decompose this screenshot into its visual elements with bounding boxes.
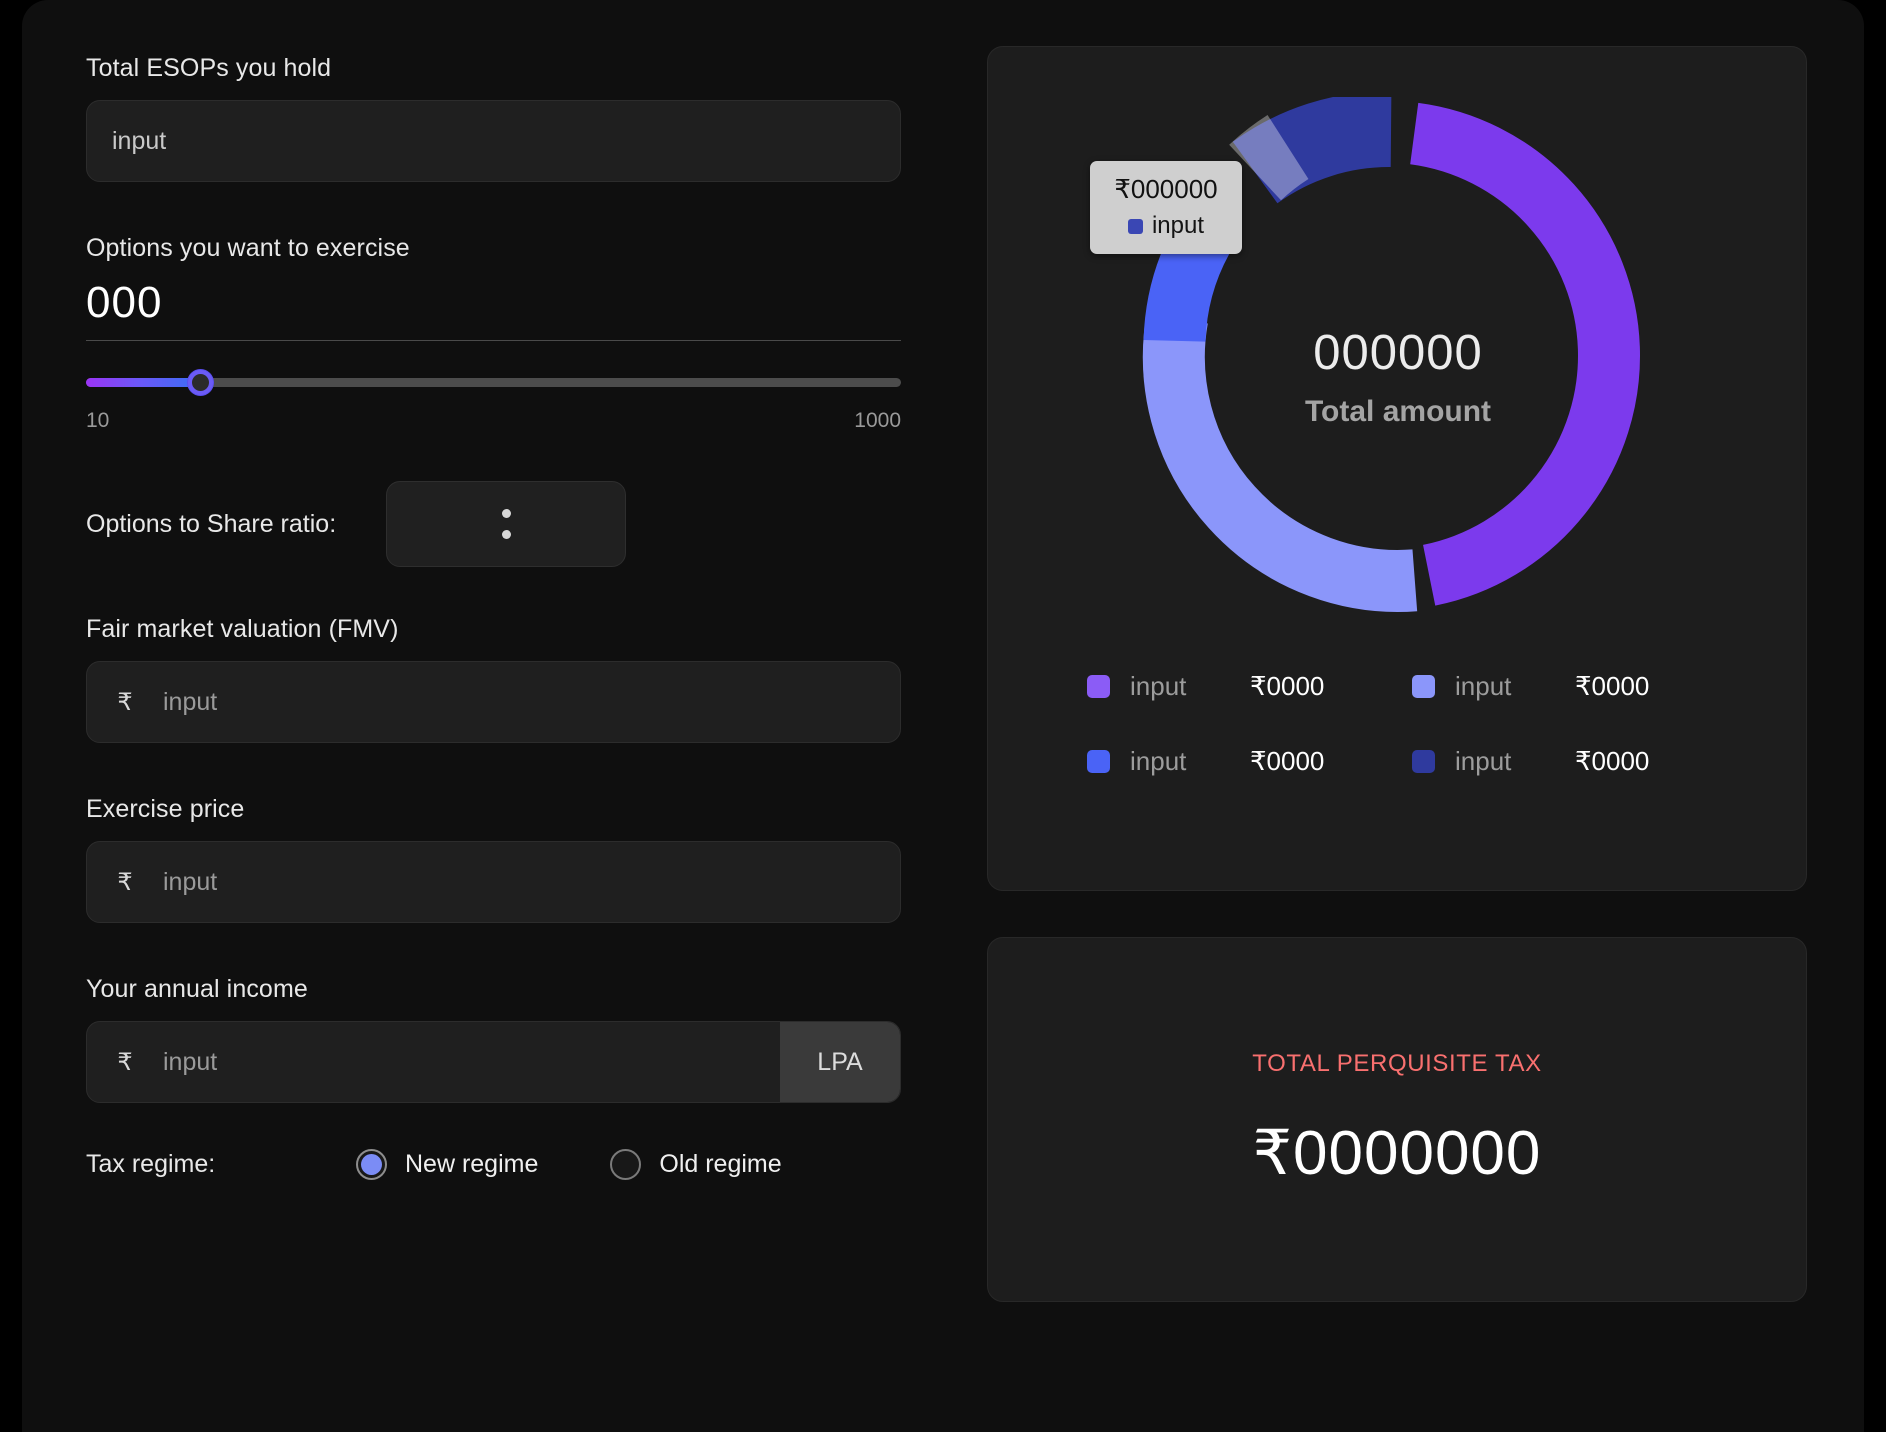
legend-item-label: input xyxy=(1130,671,1187,701)
input-fmv-placeholder: input xyxy=(163,687,218,716)
chart-tooltip-amount: ₹000000 xyxy=(1114,174,1218,204)
legend-item-label: input xyxy=(1455,671,1512,701)
chart-tooltip-swatch xyxy=(1127,218,1143,234)
input-annual-income-placeholder: input xyxy=(163,1047,218,1076)
chart-panel: 000000 Total amount ₹000000 input input … xyxy=(987,46,1807,891)
field-fmv: Fair market valuation (FMV) ₹ input xyxy=(86,615,901,744)
chart-tooltip-label: input xyxy=(1151,212,1205,239)
app-window: Total ESOPs you hold input Options you w… xyxy=(22,0,1864,1432)
radio-option-new-regime[interactable]: New regime xyxy=(356,1149,539,1181)
chart-tooltip: ₹000000 input xyxy=(1090,161,1242,254)
chart-legend: input ₹0000 input ₹0000 input ₹0000 inpu… xyxy=(1087,671,1707,777)
legend-item[interactable]: input ₹0000 xyxy=(1087,671,1382,702)
label-options-share-ratio: Options to Share ratio: xyxy=(86,509,337,538)
radio-new-regime-indicator[interactable] xyxy=(356,1149,387,1181)
donut-segment-2[interactable] xyxy=(1142,312,1418,612)
donut-segment-4-hover-highlight xyxy=(1229,114,1310,201)
field-total-esops: Total ESOPs you hold input xyxy=(86,54,901,182)
results-column: 000000 Total amount ₹000000 input input … xyxy=(892,40,1824,1432)
legend-swatch-icon xyxy=(1087,750,1110,773)
radio-option-old-regime[interactable]: Old regime xyxy=(610,1149,782,1181)
label-options-exercise: Options you want to exercise xyxy=(86,234,410,262)
label-tax-regime: Tax regime: xyxy=(86,1150,216,1179)
rupee-icon: ₹ xyxy=(117,868,133,896)
field-exercise-price: Exercise price ₹ input xyxy=(86,795,901,924)
slider-scale: 10 1000 xyxy=(86,409,901,433)
input-exercise-price[interactable]: ₹ input xyxy=(86,841,901,924)
radio-old-regime-label: Old regime xyxy=(659,1150,782,1179)
input-exercise-price-body: input xyxy=(163,842,900,922)
field-annual-income: Your annual income ₹ input LPA xyxy=(86,975,901,1104)
total-perquisite-tax-panel: TOTAL PERQUISITE TAX ₹0000000 xyxy=(987,937,1807,1302)
slider-options-exercise[interactable] xyxy=(86,365,901,399)
input-total-esops-placeholder: input xyxy=(112,126,167,155)
total-perquisite-tax-title: TOTAL PERQUISITE TAX xyxy=(1252,1050,1542,1077)
rupee-icon: ₹ xyxy=(117,688,133,716)
radio-new-regime-label: New regime xyxy=(405,1150,539,1179)
input-exercise-price-placeholder: input xyxy=(163,867,218,896)
input-options-share-ratio[interactable] xyxy=(386,481,627,568)
chart-tooltip-series: input xyxy=(1112,212,1220,240)
field-tax-regime: Tax regime: New regime Old regime xyxy=(86,1149,892,1181)
legend-item-value: ₹0000 xyxy=(1250,746,1325,776)
slider-min-label: 10 xyxy=(86,409,110,433)
label-exercise-price: Exercise price xyxy=(86,795,245,824)
input-fmv[interactable]: ₹ input xyxy=(86,661,901,744)
value-underline xyxy=(86,340,901,342)
legend-item-label: input xyxy=(1455,746,1512,776)
label-total-esops: Total ESOPs you hold xyxy=(86,54,332,82)
donut-segment-4-group[interactable] xyxy=(1229,97,1392,204)
unit-suffix-lpa: LPA xyxy=(780,1022,900,1103)
legend-swatch-icon xyxy=(1412,675,1435,698)
legend-item-value: ₹0000 xyxy=(1575,746,1650,776)
input-fmv-body: input xyxy=(163,662,900,742)
legend-item-label: input xyxy=(1130,746,1187,776)
legend-swatch-icon xyxy=(1412,750,1435,773)
radio-old-regime-indicator[interactable] xyxy=(610,1149,642,1181)
label-annual-income: Your annual income xyxy=(86,975,308,1004)
value-options-exercise: 000 xyxy=(86,278,163,327)
legend-item-value: ₹0000 xyxy=(1575,671,1650,701)
input-total-esops[interactable]: input xyxy=(86,100,901,182)
slider-thumb[interactable] xyxy=(188,370,214,396)
radio-selected-dot xyxy=(361,1154,382,1176)
field-options-exercise: Options you want to exercise 000 10 1000 xyxy=(86,234,901,433)
slider-fill xyxy=(86,378,201,388)
colon-icon xyxy=(501,509,511,540)
main-layout: Total ESOPs you hold input Options you w… xyxy=(22,0,1864,1432)
donut-chart: 000000 Total amount ₹000000 input xyxy=(988,73,1808,633)
total-perquisite-tax-amount: ₹0000000 xyxy=(1252,1119,1542,1188)
field-options-share-ratio: Options to Share ratio: xyxy=(86,481,892,568)
legend-item-value: ₹0000 xyxy=(1250,671,1325,701)
label-fmv: Fair market valuation (FMV) xyxy=(86,615,399,644)
input-form-column: Total ESOPs you hold input Options you w… xyxy=(62,40,901,1432)
rupee-icon: ₹ xyxy=(117,1048,133,1076)
input-annual-income-body: input xyxy=(163,1022,780,1102)
legend-item[interactable]: input ₹0000 xyxy=(1087,746,1382,777)
donut-segment-1[interactable] xyxy=(1409,102,1640,606)
legend-item[interactable]: input ₹0000 xyxy=(1412,746,1707,777)
input-annual-income[interactable]: ₹ input LPA xyxy=(86,1021,901,1104)
legend-swatch-icon xyxy=(1087,675,1110,698)
legend-item[interactable]: input ₹0000 xyxy=(1412,671,1707,702)
